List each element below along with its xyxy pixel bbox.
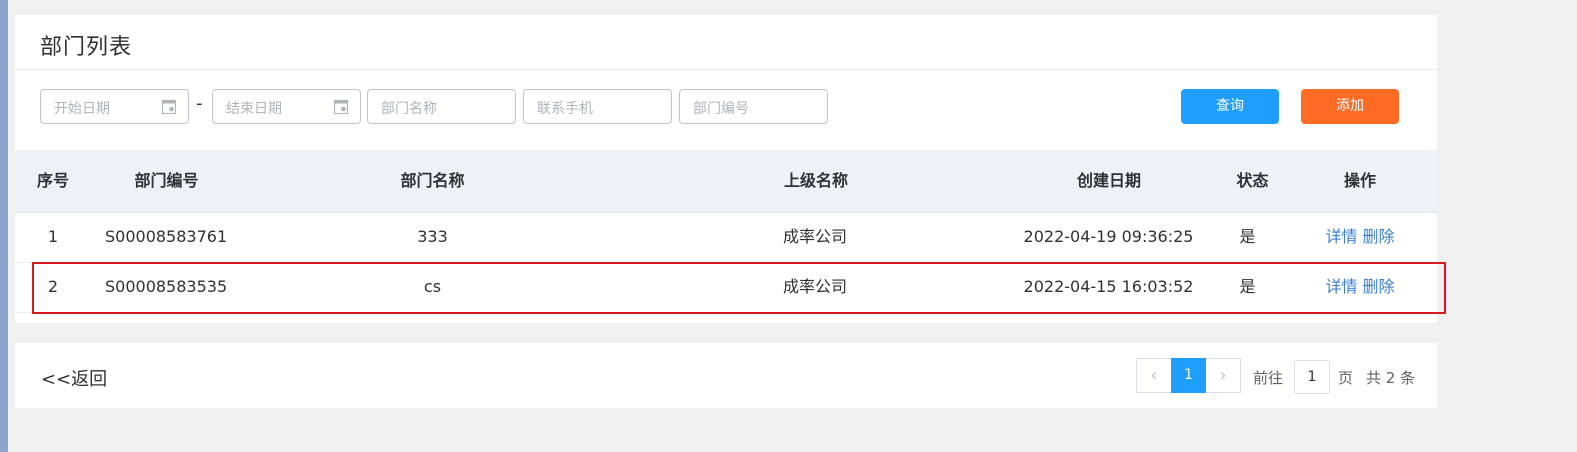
phone-placeholder: 联系手机	[537, 101, 593, 117]
footer-bar: <<返回 ‹ 1 › 前往 1 页 共 2 条	[15, 343, 1437, 408]
start-date-picker[interactable]: 开始日期	[40, 89, 189, 124]
page-title: 部门列表	[40, 35, 133, 60]
end-date-picker[interactable]: 结束日期	[212, 89, 361, 124]
date-range-separator: -	[196, 93, 203, 114]
cell-status: 是	[1239, 227, 1256, 246]
pagination: ‹ 1 ›	[1136, 358, 1241, 393]
back-link[interactable]: <<返回	[41, 365, 107, 391]
goto-page-input[interactable]: 1	[1294, 360, 1330, 394]
delete-link[interactable]: 删除	[1363, 227, 1395, 246]
dept-name-placeholder: 部门名称	[381, 101, 437, 117]
header-code: 部门编号	[134, 171, 199, 190]
header-index: 序号	[36, 171, 69, 190]
cell-parent: 成率公司	[782, 227, 847, 246]
cell-code: S00008583761	[105, 227, 228, 246]
left-accent-bar	[0, 0, 8, 452]
header-actions: 操作	[1343, 171, 1376, 190]
title-divider	[15, 69, 1437, 70]
row-highlight-box	[32, 262, 1446, 314]
page-unit-label: 页	[1338, 369, 1354, 387]
detail-link[interactable]: 详情	[1325, 227, 1357, 246]
cell-index: 1	[47, 227, 59, 246]
table-row: 1 S00008583761 333 成率公司 2022-04-19 09:36…	[15, 212, 1437, 263]
query-button[interactable]: 查询	[1181, 89, 1279, 124]
cell-actions: 详情 删除	[1320, 212, 1400, 262]
dept-name-input[interactable]: 部门名称	[367, 89, 516, 124]
end-date-placeholder: 结束日期	[226, 101, 282, 117]
header-created: 创建日期	[1076, 171, 1141, 190]
dept-code-placeholder: 部门编号	[693, 101, 749, 117]
header-name: 部门名称	[400, 171, 465, 190]
header-parent: 上级名称	[783, 171, 848, 190]
chevron-right-icon[interactable]: ›	[1206, 359, 1240, 392]
start-date-placeholder: 开始日期	[54, 101, 110, 117]
calendar-icon	[162, 99, 176, 114]
header-status: 状态	[1236, 171, 1269, 190]
table-header: 序号 部门编号 部门名称 上级名称 创建日期 状态 操作	[15, 150, 1437, 213]
cell-name: 333	[417, 227, 448, 246]
add-button[interactable]: 添加	[1301, 89, 1399, 124]
calendar-icon	[334, 99, 348, 114]
current-page[interactable]: 1	[1171, 358, 1206, 393]
goto-label: 前往	[1253, 369, 1284, 387]
chevron-left-icon[interactable]: ‹	[1137, 359, 1171, 392]
cell-created: 2022-04-19 09:36:25	[1023, 227, 1194, 246]
phone-input[interactable]: 联系手机	[523, 89, 672, 124]
dept-code-input[interactable]: 部门编号	[679, 89, 828, 124]
total-count: 共 2 条	[1366, 369, 1416, 387]
